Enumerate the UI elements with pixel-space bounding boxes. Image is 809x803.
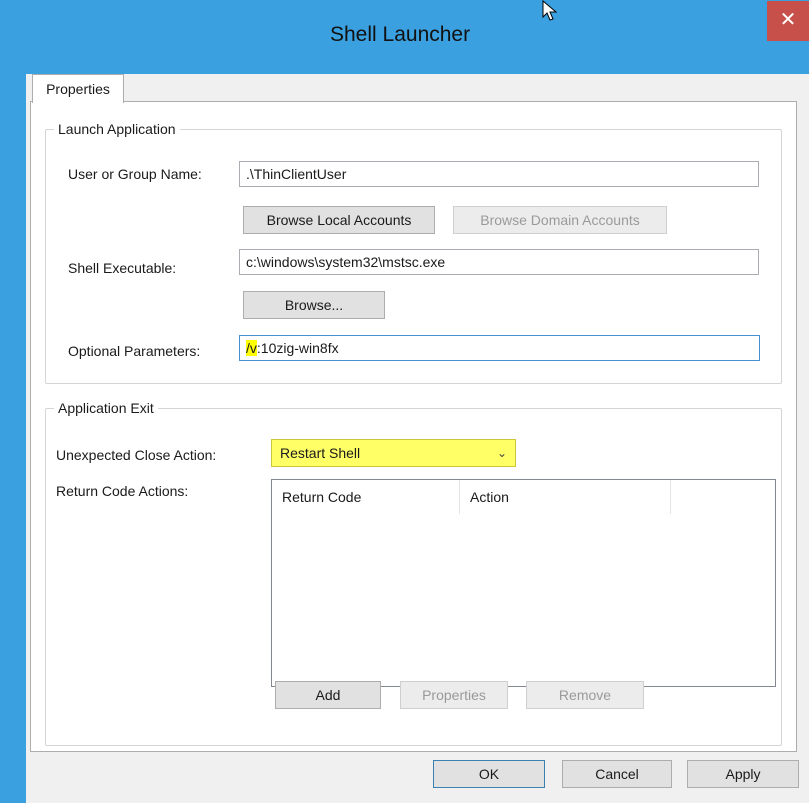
dialog-window: Shell Launcher ✕ Properties Launch Appli… [0,0,809,803]
add-button[interactable]: Add [275,681,381,709]
browse-local-accounts-button[interactable]: Browse Local Accounts [243,206,435,234]
close-icon: ✕ [779,9,797,31]
optional-parameters-label: Optional Parameters: [68,343,201,359]
dialog-client-area: Properties Launch Application User or Gr… [26,74,809,803]
parameter-switch-highlight: /v [246,340,257,356]
column-header-return-code[interactable]: Return Code [272,480,460,514]
browse-button[interactable]: Browse... [243,291,385,319]
window-title: Shell Launcher [330,23,471,46]
parameter-value: :10zig-win8fx [256,340,339,356]
tab-page-properties: Launch Application User or Group Name: .… [30,101,797,752]
close-action-value: Restart Shell [280,445,361,461]
shell-executable-input[interactable]: c:\windows\system32\mstsc.exe [239,249,759,275]
application-exit-group: Application Exit Unexpected Close Action… [45,400,782,746]
properties-button[interactable]: Properties [400,681,508,709]
tab-properties[interactable]: Properties [32,74,124,103]
launch-application-title: Launch Application [54,121,180,137]
column-header-action[interactable]: Action [460,480,671,514]
title-bar[interactable]: Shell Launcher ✕ [0,0,809,74]
mouse-cursor-icon [542,0,558,21]
unexpected-close-action-select[interactable]: Restart Shell ⌄ [271,439,516,467]
browse-domain-accounts-button[interactable]: Browse Domain Accounts [453,206,667,234]
ok-button[interactable]: OK [433,760,545,788]
close-button[interactable]: ✕ [767,1,809,41]
chevron-down-icon: ⌄ [496,446,507,460]
remove-button[interactable]: Remove [526,681,644,709]
launch-application-group: Launch Application User or Group Name: .… [45,121,782,384]
return-code-actions-label: Return Code Actions: [56,483,189,499]
shell-executable-label: Shell Executable: [68,260,177,276]
unexpected-close-action-label: Unexpected Close Action: [56,447,217,463]
optional-parameters-input[interactable]: /v:10zig-win8fx [239,335,760,361]
user-or-group-input[interactable]: .\ThinClientUser [239,161,759,187]
return-code-list[interactable]: Return Code Action [271,479,776,687]
application-exit-title: Application Exit [54,400,158,416]
apply-button[interactable]: Apply [687,760,799,788]
user-or-group-label: User or Group Name: [68,166,202,182]
cancel-button[interactable]: Cancel [562,760,672,788]
